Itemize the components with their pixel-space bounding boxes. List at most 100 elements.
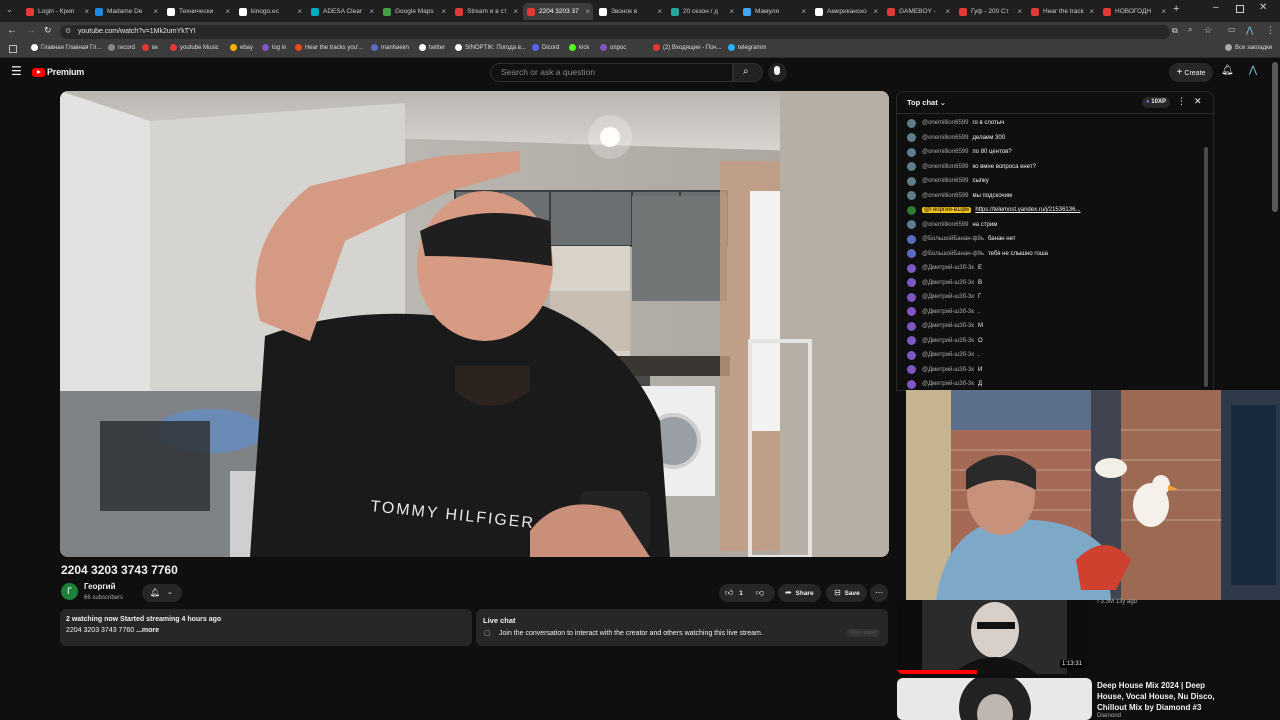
chat-author[interactable]: @Дмитрий-ш3б-3к bbox=[922, 352, 974, 358]
install-app-icon[interactable]: ⧉ bbox=[1172, 26, 1178, 36]
browser-tab[interactable]: Звонок в × bbox=[595, 3, 665, 20]
bookmark-item[interactable]: telegramm bbox=[728, 44, 766, 51]
bookmark-item[interactable]: ebay bbox=[230, 44, 253, 51]
forward-icon[interactable]: → bbox=[26, 25, 36, 36]
browser-tab[interactable]: Мамуля × bbox=[739, 3, 809, 20]
chat-message[interactable]: @Дмитрий-ш3б-3к О bbox=[907, 335, 983, 347]
chat-author[interactable]: @Дмитрий-ш3б-3к bbox=[922, 323, 974, 329]
tab-close-icon[interactable]: × bbox=[1161, 7, 1166, 16]
chat-message[interactable]: @БольшойБанан-ф9ь банан нет bbox=[907, 233, 1015, 245]
tab-close-icon[interactable]: × bbox=[873, 7, 878, 16]
bookmark-item[interactable]: опрос bbox=[600, 44, 626, 51]
address-field[interactable]: ⚙ youtube.com/watch?v=1Mk2umYkTYI bbox=[60, 25, 1170, 39]
close-chat-icon[interactable]: ✕ bbox=[1194, 96, 1202, 107]
chat-message[interactable]: @onemillion6599 го в слотыч bbox=[907, 117, 1004, 129]
tab-close-icon[interactable]: × bbox=[225, 7, 230, 16]
tab-close-icon[interactable]: × bbox=[801, 7, 806, 16]
chat-author[interactable]: @onemillion6599 bbox=[922, 120, 968, 126]
share-button[interactable]: ➦ Share bbox=[778, 584, 821, 602]
voice-search-button[interactable] bbox=[768, 63, 787, 82]
chat-message[interactable]: @Дмитрий-ш3б-3к. bbox=[907, 306, 980, 318]
save-button[interactable]: ⊟ Save bbox=[826, 584, 867, 602]
chat-author[interactable]: @Дмитрий-ш3б-3к bbox=[922, 265, 974, 271]
like-button[interactable]: 👍︎ 1 bbox=[725, 584, 753, 602]
tab-close-icon[interactable]: × bbox=[945, 7, 950, 16]
chat-author[interactable]: @onemillion6599 bbox=[922, 164, 968, 170]
tab-close-icon[interactable]: × bbox=[657, 7, 662, 16]
account-avatar[interactable]: ⋀ bbox=[1245, 65, 1261, 81]
bookmark-item[interactable]: Hear the tracks you'... bbox=[295, 44, 363, 51]
bookmark-item[interactable]: twitter bbox=[419, 44, 445, 51]
bookmark-star-icon[interactable]: ☆ bbox=[1204, 25, 1212, 36]
window-close-icon[interactable]: ✕ bbox=[1259, 2, 1267, 13]
reload-icon[interactable]: ↻ bbox=[44, 25, 52, 36]
tab-close-icon[interactable]: × bbox=[369, 7, 374, 16]
bookmark-item[interactable]: SINOPTIK: Погода в... bbox=[455, 44, 526, 51]
chat-message[interactable]: @Георгий-в1qlw https://telemost.yandex.ru… bbox=[907, 204, 1080, 216]
browser-tab[interactable]: Hear the track × bbox=[1027, 3, 1097, 20]
bookmark-item[interactable]: Dicord bbox=[532, 44, 559, 51]
browser-tab[interactable]: НОВОГОДН × bbox=[1099, 3, 1169, 20]
browser-menu-icon[interactable]: ⋮ bbox=[1266, 25, 1275, 36]
new-tab-icon[interactable]: + bbox=[1173, 3, 1179, 15]
browser-tab[interactable]: Google Maps × bbox=[379, 3, 449, 20]
browser-tab[interactable]: Stream и в ст × bbox=[451, 3, 521, 20]
bookmark-item[interactable]: Все закладки bbox=[1225, 44, 1272, 51]
browser-tab[interactable]: 20 сезон / д × bbox=[667, 3, 737, 20]
browser-tab[interactable]: ADESA Clear × bbox=[307, 3, 377, 20]
browser-tab[interactable]: Американско × bbox=[811, 3, 881, 20]
chat-message[interactable]: @Дмитрий-ш3б-3к Д bbox=[907, 378, 982, 390]
chat-message[interactable]: @onemillion6599 по 80 центов? bbox=[907, 146, 1012, 158]
profile-icon[interactable]: ⋀ bbox=[1246, 25, 1253, 36]
top-chat-dropdown[interactable]: Top chat ⌄ bbox=[907, 98, 946, 107]
browser-tab[interactable]: kinogo.ec × bbox=[235, 3, 305, 20]
chat-scrollbar[interactable] bbox=[1204, 147, 1208, 387]
tab-close-icon[interactable]: × bbox=[1017, 7, 1022, 16]
tab-close-icon[interactable]: × bbox=[297, 7, 302, 16]
more-link[interactable]: ...more bbox=[136, 627, 159, 634]
page-scrollbar[interactable] bbox=[1272, 62, 1278, 212]
chat-message[interactable]: @onemillion6599 на стрим bbox=[907, 219, 997, 231]
chat-author[interactable]: @Дмитрий-ш3б-3к bbox=[922, 338, 974, 344]
bookmark-item[interactable]: record bbox=[108, 44, 135, 51]
search-input[interactable]: Search or ask a question bbox=[490, 63, 733, 82]
bookmark-item[interactable]: manhaeim bbox=[371, 44, 409, 51]
chat-message[interactable]: @БольшойБанан-ф9ь тебя не слышно гоша bbox=[907, 248, 1048, 260]
chat-text[interactable]: https://telemost.yandex.ru/j/21536136... bbox=[975, 207, 1080, 213]
chat-message[interactable]: @Дмитрий-ш3б-3к Е bbox=[907, 262, 982, 274]
channel-name[interactable]: Георгий bbox=[84, 582, 116, 591]
chat-author[interactable]: @onemillion6599 bbox=[922, 149, 968, 155]
chat-author[interactable]: @Дмитрий-ш3б-3к bbox=[922, 280, 974, 286]
chat-author[interactable]: @Дмитрий-ш3б-3к bbox=[922, 381, 974, 387]
tab-search-icon[interactable]: ⌄ bbox=[6, 5, 16, 15]
tab-close-icon[interactable]: × bbox=[585, 7, 590, 16]
apps-grid-icon[interactable] bbox=[9, 45, 17, 53]
browser-tab[interactable]: GAMEBOY - × bbox=[883, 3, 953, 20]
extensions-icon[interactable]: ▭ bbox=[1228, 25, 1236, 34]
back-icon[interactable]: ← bbox=[7, 25, 17, 36]
browser-tab[interactable]: Madame De × bbox=[91, 3, 161, 20]
chat-message[interactable]: @Дмитрий-ш3б-3к Г bbox=[907, 291, 981, 303]
browser-tab[interactable]: 2204 3203 37 × bbox=[523, 3, 593, 20]
tab-close-icon[interactable]: × bbox=[84, 7, 89, 16]
tab-close-icon[interactable]: × bbox=[441, 7, 446, 16]
open-panel-button[interactable]: Open panel bbox=[846, 629, 880, 637]
bookmark-item[interactable]: (2) Входящие - Поч... bbox=[653, 44, 721, 51]
browser-tab[interactable]: Login - Крип × bbox=[22, 3, 92, 20]
chat-message[interactable]: @Дмитрий-ш3б-3к М bbox=[907, 320, 983, 332]
dislike-button[interactable]: 👎︎ bbox=[756, 584, 764, 602]
points-badge[interactable]: ● 10XP bbox=[1142, 97, 1170, 108]
chat-author[interactable]: @БольшойБанан-ф9ь bbox=[922, 251, 984, 257]
browser-tab[interactable]: Гуф - 200 Ст × bbox=[955, 3, 1025, 20]
rec-thumbnail-2[interactable] bbox=[897, 678, 1092, 720]
chat-author[interactable]: @Дмитрий-ш3б-3к bbox=[922, 294, 974, 300]
chat-author[interactable]: @БольшойБанан-ф9ь bbox=[922, 236, 984, 242]
chat-author[interactable]: @Дмитрий-ш3б-3к bbox=[922, 309, 974, 315]
chat-author[interactable]: @onemillion6599 bbox=[922, 178, 968, 184]
search-button[interactable]: ⌕ bbox=[733, 63, 763, 82]
youtube-logo[interactable]: Premium bbox=[32, 67, 84, 77]
channel-avatar[interactable]: Г bbox=[61, 583, 78, 600]
bookmark-item[interactable]: log in bbox=[262, 44, 286, 51]
subscribe-bell-button[interactable]: 🔔︎ ⌄ bbox=[142, 584, 182, 602]
tab-close-icon[interactable]: × bbox=[153, 7, 158, 16]
